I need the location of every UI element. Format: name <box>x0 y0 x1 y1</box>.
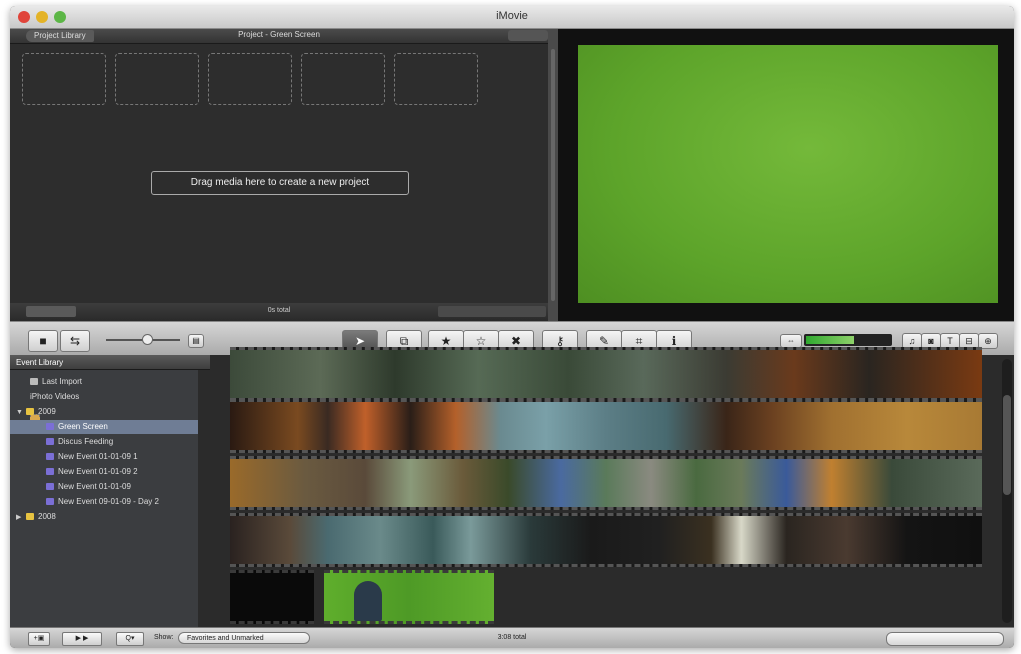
audio-skimming-icon[interactable]: ⇔ <box>780 334 802 348</box>
project-header: Project Library Project - Green Screen <box>10 29 548 44</box>
project-title: Project - Green Screen <box>238 30 320 39</box>
event-icon <box>46 468 54 476</box>
clip-filmstrip[interactable] <box>230 513 982 567</box>
event-item-last-import[interactable]: Last Import <box>10 375 218 389</box>
folder-icon <box>26 408 34 416</box>
event-browser-scrollbar[interactable] <box>1002 359 1012 623</box>
project-footer: 0s total <box>10 303 548 321</box>
project-zoom-slider[interactable] <box>438 306 546 317</box>
event-library: Event Library Last Import iPhoto Videos … <box>10 355 234 627</box>
event-icon <box>46 423 54 431</box>
pane-splitter[interactable] <box>548 29 558 321</box>
folder-icon <box>26 513 34 521</box>
event-icon <box>46 483 54 491</box>
green-screen-preview <box>578 45 998 303</box>
disclosure-closed-icon[interactable]: ▶ <box>16 511 26 525</box>
event-item-iphoto-videos[interactable]: iPhoto Videos <box>10 390 218 423</box>
audio-level-meter <box>804 334 892 346</box>
window-title: iMovie <box>496 10 528 22</box>
event-library-header: Event Library <box>10 355 210 370</box>
event-icon <box>46 453 54 461</box>
clip-placeholder <box>115 53 199 105</box>
clip-placeholder <box>208 53 292 105</box>
clip-filmstrip[interactable] <box>230 347 982 401</box>
clip-filmstrip-black[interactable] <box>230 570 314 624</box>
zoom-slider-knob[interactable] <box>142 334 153 345</box>
clip-filmstrip[interactable] <box>230 399 982 453</box>
project-view-toggle[interactable] <box>508 30 548 41</box>
event-library-scrollbar[interactable] <box>198 370 210 627</box>
viewer <box>558 29 1014 321</box>
event-folder-2009[interactable]: ▼ 2009 <box>10 405 204 419</box>
clip-filmstrip-green-screen[interactable] <box>324 570 494 624</box>
event-zoom-slider[interactable] <box>886 632 1004 646</box>
swap-icon[interactable]: ⇆ <box>60 330 90 352</box>
clip-placeholder <box>394 53 478 105</box>
imovie-window: iMovie Project Library Project - Green S… <box>10 6 1014 648</box>
person-thumbnail <box>354 581 382 621</box>
event-browser <box>210 347 1014 627</box>
title-bar: iMovie <box>10 6 1014 29</box>
bottom-bar: +▣ ▶ ▶ Q▾ Show: Favorites and Unmarked 3… <box>10 627 1014 648</box>
project-pane: Project Library Project - Green Screen D… <box>10 29 548 321</box>
camera-import-icon[interactable]: ■ <box>28 330 58 352</box>
event-icon <box>46 438 54 446</box>
event-folder-2008[interactable]: ▶ 2008 <box>10 510 204 524</box>
disclosure-open-icon[interactable]: ▼ <box>16 406 26 420</box>
import-icon <box>30 378 38 386</box>
clip-placeholder <box>301 53 385 105</box>
drag-media-message: Drag media here to create a new project <box>151 171 409 195</box>
clip-placeholder <box>22 53 106 105</box>
filmstrip-icon[interactable]: ▤ <box>188 334 204 348</box>
event-icon <box>46 498 54 506</box>
event-total: 3:08 total <box>497 634 527 641</box>
clip-filmstrip[interactable] <box>230 456 982 510</box>
